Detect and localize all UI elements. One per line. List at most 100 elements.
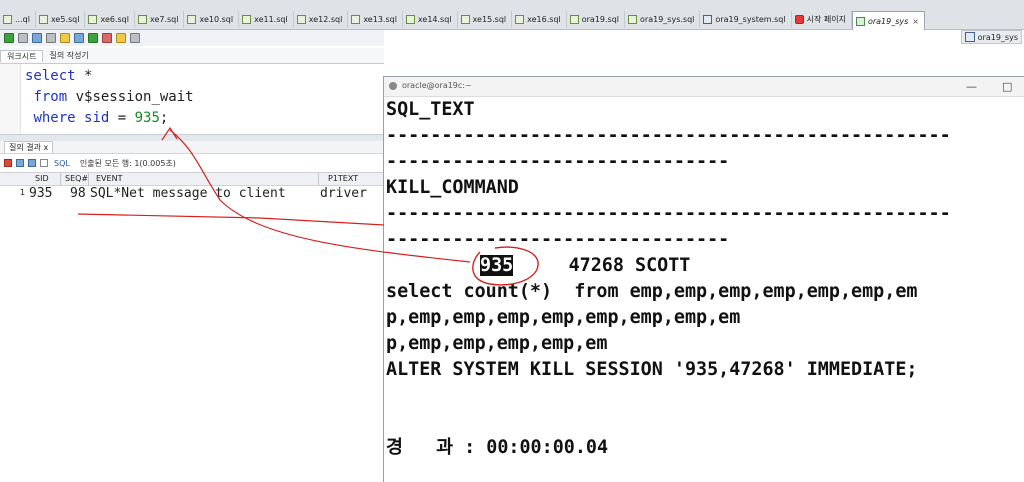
sql-file-icon bbox=[296, 15, 306, 24]
autotrace-icon[interactable] bbox=[74, 33, 84, 43]
cell-seq[interactable]: 98 bbox=[70, 186, 86, 201]
terminal-line: select count(*) from emp,emp,emp,emp,emp… bbox=[386, 281, 918, 302]
editor-tab-label: xe12.sql bbox=[308, 15, 343, 24]
editor-tab[interactable]: ora19_sys.sql bbox=[625, 11, 701, 28]
terminal-line: 경 과 : 00:00:00.04 bbox=[386, 437, 609, 458]
editor-tab[interactable]: ...ql bbox=[0, 11, 36, 28]
sql-file-icon bbox=[460, 15, 470, 24]
editor-tab[interactable]: xe11.sql bbox=[239, 11, 294, 28]
editor-gutter bbox=[0, 64, 21, 134]
sql-file-icon bbox=[515, 15, 525, 24]
editor-tab[interactable]: xe15.sql bbox=[458, 11, 513, 28]
connection-icon bbox=[964, 32, 975, 42]
editor-tab-label: xe13.sql bbox=[363, 15, 397, 24]
terminal-window[interactable]: oracle@ora19c:~ — □ SQL_TEXT -----------… bbox=[383, 76, 1024, 482]
editor-tab[interactable]: xe12.sql bbox=[294, 11, 349, 28]
editor-tab[interactable]: xe16.sql bbox=[512, 11, 567, 28]
annotation-underline bbox=[77, 213, 385, 226]
terminal-title: oracle@ora19c:~ bbox=[402, 81, 472, 90]
query-result-label: 질의 결과 bbox=[9, 143, 41, 152]
sql-file-icon bbox=[405, 15, 415, 24]
print-icon[interactable] bbox=[16, 159, 24, 167]
editor-tabs: ...ql xe5.sql xe6.sql xe7.sql xe10.sql xe11.s… bbox=[0, 11, 925, 30]
fetch-status: 인출된 모든 행: 1(0.005초) bbox=[79, 158, 176, 168]
editor-tab[interactable]: xe6.sql bbox=[85, 11, 135, 28]
keyword-where: where bbox=[33, 110, 76, 126]
editor-tab[interactable]: xe13.sql bbox=[348, 11, 403, 28]
sql-file-icon bbox=[187, 15, 197, 24]
column-header-sid[interactable]: SID bbox=[35, 174, 49, 183]
editor-tab[interactable]: xe14.sql bbox=[403, 11, 458, 28]
results-tab-bar: 질의 결과 x bbox=[0, 141, 384, 154]
sql-button[interactable]: SQL bbox=[54, 159, 70, 168]
run-script-icon[interactable] bbox=[18, 33, 28, 43]
sql-file-icon bbox=[137, 15, 147, 24]
cell-p1text[interactable]: driver bbox=[320, 186, 367, 201]
terminal-icon bbox=[389, 82, 397, 90]
terminal-line: ----------------------------------------… bbox=[386, 125, 951, 146]
explain-plan-icon[interactable] bbox=[60, 33, 70, 43]
editor-tab[interactable]: xe5.sql bbox=[36, 11, 86, 28]
keyword-sid: sid bbox=[84, 110, 110, 126]
cell-event[interactable]: SQL*Net message to client bbox=[90, 186, 286, 201]
serial-user: 47268 SCOTT bbox=[513, 255, 691, 276]
column-header-p1text[interactable]: P1TEXT bbox=[328, 174, 358, 183]
editor-tab[interactable]: xe10.sql bbox=[184, 11, 240, 28]
column-divider[interactable] bbox=[318, 173, 319, 185]
tab-worksheet[interactable]: 워크시트 bbox=[0, 49, 44, 62]
column-divider[interactable] bbox=[60, 173, 61, 185]
maximize-icon[interactable]: □ bbox=[1002, 80, 1012, 93]
equals-operator: = bbox=[109, 110, 135, 126]
export-icon[interactable] bbox=[28, 159, 36, 167]
terminal-line: p,emp,emp,emp,emp,em bbox=[386, 333, 608, 354]
editor-tab-label: xe5.sql bbox=[50, 15, 80, 24]
table-row[interactable]: 1 935 98 SQL*Net message to client drive… bbox=[0, 186, 384, 202]
editor-tab[interactable]: ora19_system.sql bbox=[700, 11, 792, 28]
sql-file-icon bbox=[88, 15, 98, 24]
keyword-from: from bbox=[33, 89, 68, 105]
tab-query-result[interactable]: 질의 결과 x bbox=[4, 141, 54, 153]
editor-tab-label: ...ql bbox=[15, 15, 30, 24]
sql-tuning-icon[interactable] bbox=[88, 33, 98, 43]
sql-file-icon bbox=[38, 15, 48, 24]
sql-editor[interactable]: select * from v$session_wait where sid =… bbox=[0, 64, 384, 134]
editor-tab-label: xe16.sql bbox=[527, 15, 561, 24]
minimize-icon[interactable]: — bbox=[966, 80, 977, 93]
sql-code[interactable]: select * from v$session_wait where sid =… bbox=[25, 66, 194, 129]
terminal-line: ------------------------------- bbox=[386, 151, 730, 172]
connection-sub-tab-label: ora19_sys bbox=[977, 32, 1018, 42]
rollback-icon[interactable] bbox=[46, 33, 56, 43]
commit-icon[interactable] bbox=[32, 33, 42, 43]
sid-highlight: 935 bbox=[480, 255, 514, 276]
editor-tab[interactable]: ora19_sys × bbox=[851, 11, 925, 30]
connection-icon bbox=[855, 16, 865, 26]
column-divider[interactable] bbox=[88, 173, 89, 185]
connection-sub-tab[interactable]: ora19_sys bbox=[960, 30, 1022, 44]
statement-terminator: ; bbox=[159, 110, 169, 126]
clear-icon[interactable] bbox=[102, 33, 112, 43]
editor-tab[interactable]: 시작 페이지 bbox=[792, 11, 852, 28]
editor-tab[interactable]: xe7.sql bbox=[135, 11, 185, 28]
editor-tab-strip: ...ql xe5.sql xe6.sql xe7.sql xe10.sql xe11.s… bbox=[0, 0, 1024, 30]
close-icon[interactable]: x bbox=[44, 143, 49, 152]
editor-tab-label: ora19_sys bbox=[867, 16, 909, 26]
column-header-seq[interactable]: SEQ# bbox=[65, 174, 88, 183]
column-header-event[interactable]: EVENT bbox=[96, 174, 122, 183]
editor-tab-label: ora19.sql bbox=[581, 15, 620, 24]
editor-tab-label: xe15.sql bbox=[472, 15, 507, 24]
editor-tab[interactable]: ora19.sql bbox=[567, 11, 626, 28]
terminal-title-bar[interactable]: oracle@ora19c:~ — □ bbox=[384, 77, 1024, 97]
history-icon[interactable] bbox=[130, 33, 140, 43]
format-icon[interactable] bbox=[116, 33, 126, 43]
pin-icon[interactable] bbox=[4, 159, 12, 167]
terminal-line: ALTER SYSTEM KILL SESSION '935,47268' IM… bbox=[386, 359, 918, 380]
cell-sid[interactable]: 935 bbox=[29, 186, 52, 201]
row-number: 1 bbox=[20, 188, 26, 197]
sql-file-icon bbox=[569, 15, 579, 24]
close-icon[interactable]: × bbox=[912, 17, 919, 26]
sql-file-icon bbox=[351, 15, 361, 24]
refresh-icon[interactable] bbox=[40, 159, 48, 167]
tab-query-builder[interactable]: 질의 작성기 bbox=[43, 50, 94, 61]
editor-tab-label: ora19_system.sql bbox=[715, 15, 786, 24]
run-statement-icon[interactable] bbox=[4, 33, 14, 43]
